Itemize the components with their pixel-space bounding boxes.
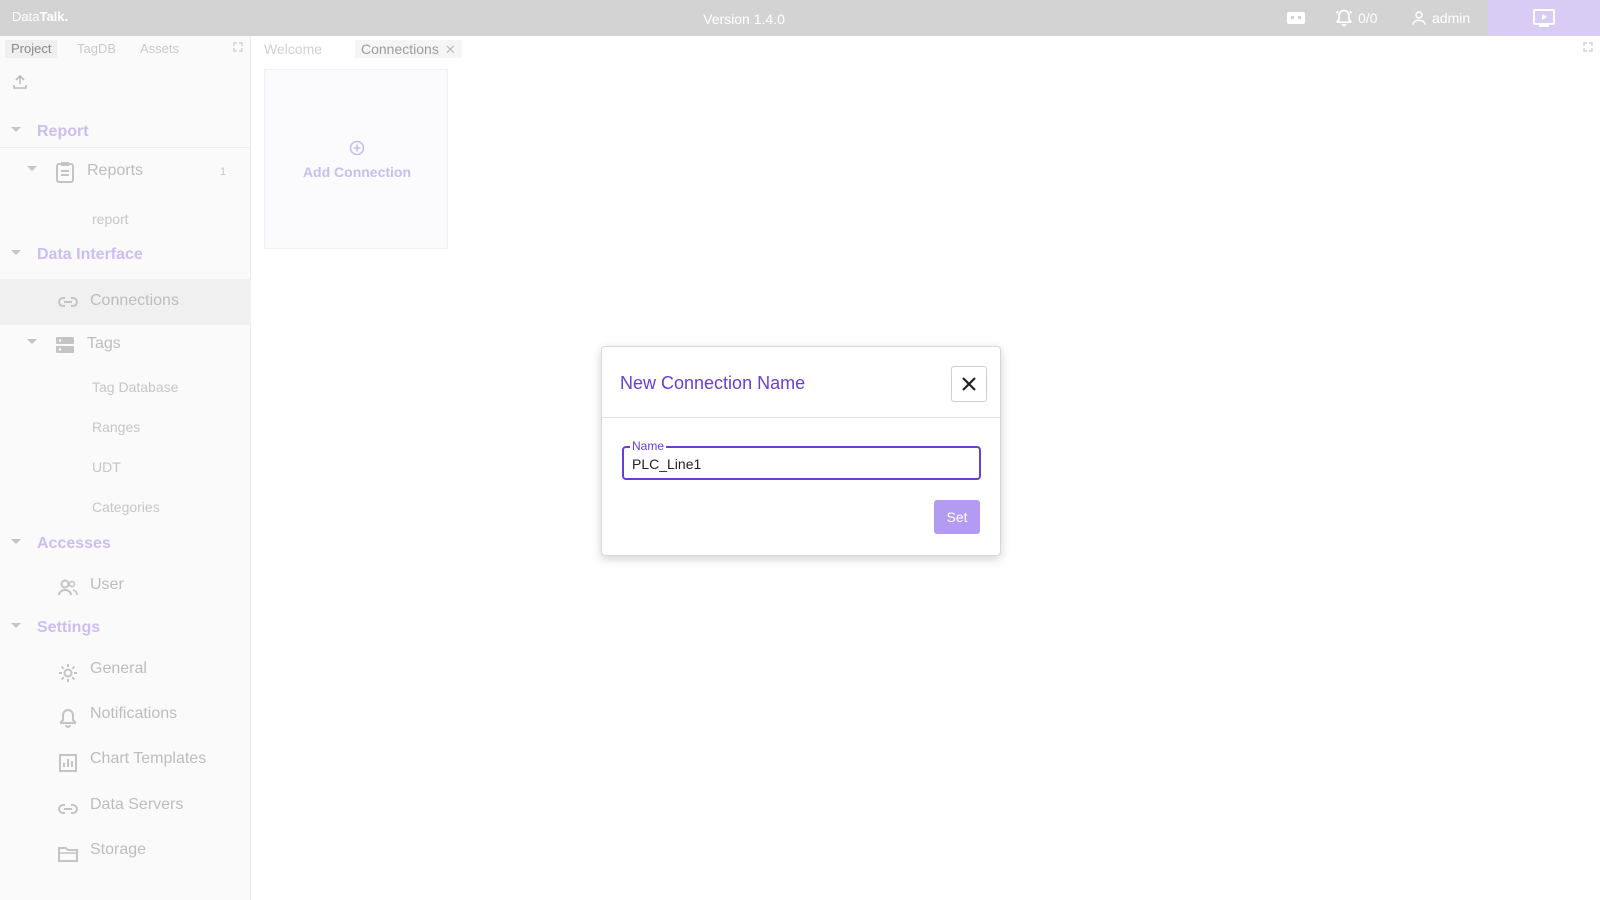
tree-item-user[interactable]: User: [0, 566, 251, 606]
item-label-connections: Connections: [90, 292, 179, 309]
link-icon: [58, 297, 78, 307]
user-menu[interactable]: admin: [1410, 9, 1470, 27]
new-connection-dialog: New Connection Name Name Set: [601, 346, 1001, 556]
group-label-accesses: Accesses: [37, 535, 111, 552]
user-name: admin: [1432, 10, 1471, 26]
add-connection-card[interactable]: Add Connection: [264, 69, 448, 249]
top-bar: DataTalk. Version 1.4.0 0/0 admin: [0, 0, 1600, 36]
dialog-title: New Connection Name: [620, 373, 806, 393]
tree-item-categories[interactable]: Categories: [0, 486, 251, 526]
close-tab-icon[interactable]: ✕: [445, 41, 456, 59]
sidebar-tab-project[interactable]: Project: [5, 40, 58, 58]
close-icon: [962, 377, 976, 391]
expand-icon[interactable]: [1583, 42, 1593, 52]
tree-item-general[interactable]: General: [0, 650, 251, 690]
tree-group-settings[interactable]: Settings: [0, 611, 251, 651]
item-label-general: General: [90, 660, 147, 677]
tree-item-chart-templates[interactable]: Chart Templates: [0, 740, 251, 780]
server-icon: [56, 337, 74, 353]
tree-group-accesses[interactable]: Accesses: [0, 527, 251, 567]
expand-icon[interactable]: [233, 42, 243, 52]
item-label-ranges: Ranges: [92, 419, 141, 435]
clipboard-icon: [56, 162, 74, 183]
tree-item-report[interactable]: report: [0, 198, 251, 238]
bell-icon: [1335, 9, 1353, 27]
item-label-tag-database: Tag Database: [92, 379, 179, 395]
gear-icon: [59, 664, 77, 682]
item-label-udt: UDT: [92, 459, 121, 475]
tree-group-data-interface[interactable]: Data Interface: [0, 238, 251, 278]
sidebar-tabs: Project TagDB Assets: [0, 36, 251, 60]
item-label-data-servers: Data Servers: [90, 796, 184, 813]
item-label-categories: Categories: [92, 499, 160, 515]
run-button[interactable]: [1488, 0, 1600, 36]
item-label-reports: Reports: [87, 162, 144, 179]
item-label-chart-templates: Chart Templates: [90, 750, 207, 767]
sidebar-tab-assets[interactable]: Assets: [134, 40, 185, 58]
tree-item-reports[interactable]: Reports 1: [0, 152, 251, 192]
name-field-label: Name: [630, 439, 667, 453]
reports-count-badge: 1: [220, 166, 227, 178]
caret-down-icon: [27, 166, 37, 171]
item-label-notifications: Notifications: [90, 705, 178, 722]
item-label-report: report: [92, 211, 129, 227]
tree-group-report[interactable]: Report: [0, 113, 251, 153]
set-button[interactable]: Set: [934, 500, 980, 534]
group-label-settings: Settings: [37, 619, 101, 636]
item-label-user: User: [90, 576, 124, 593]
group-label-report: Report: [37, 123, 89, 140]
name-field: Name: [622, 439, 981, 480]
bell-icon: [60, 708, 76, 728]
link-icon: [58, 804, 78, 814]
item-label-tags: Tags: [87, 335, 121, 352]
version-label: Version 1.4.0: [703, 11, 785, 27]
caret-down-icon: [11, 250, 21, 255]
users-icon: [58, 579, 78, 596]
item-label-storage: Storage: [90, 841, 147, 858]
tree-item-storage[interactable]: Storage: [0, 831, 251, 871]
sidebar-tab-tagdb[interactable]: TagDB: [71, 40, 122, 58]
group-label-data-interface: Data Interface: [37, 246, 143, 263]
play-screen-icon: [1533, 9, 1555, 27]
dialog-close-button[interactable]: [951, 366, 987, 402]
tree-item-tag-database[interactable]: Tag Database: [0, 366, 251, 406]
dialog-divider: [602, 417, 1000, 418]
alarm-count: 0/0: [1358, 10, 1378, 26]
tree-item-tags[interactable]: Tags: [0, 325, 251, 365]
caret-down-icon: [11, 623, 21, 628]
caret-down-icon: [11, 127, 21, 132]
tree-item-data-servers[interactable]: Data Servers: [0, 786, 251, 826]
tree-item-ranges[interactable]: Ranges: [0, 406, 251, 446]
caret-down-icon: [11, 539, 21, 544]
plus-circle-icon: [349, 140, 365, 156]
upload-icon[interactable]: [12, 74, 28, 90]
sidebar: Project TagDB Assets Report Reports 1 re…: [0, 36, 251, 900]
tab-connections[interactable]: Connections ✕: [355, 40, 462, 58]
folder-icon: [58, 847, 78, 862]
caret-down-icon: [27, 339, 37, 344]
chat-icon[interactable]: [1286, 9, 1306, 27]
tab-connections-label: Connections: [361, 41, 439, 57]
tab-welcome[interactable]: Welcome: [258, 40, 328, 58]
tree-item-notifications[interactable]: Notifications: [0, 695, 251, 735]
add-connection-label: Add Connection: [302, 164, 412, 180]
alarms-button[interactable]: 0/0: [1334, 9, 1377, 27]
tree-item-udt[interactable]: UDT: [0, 446, 251, 486]
chart-icon: [59, 754, 77, 772]
name-input[interactable]: [632, 454, 972, 474]
user-icon: [1412, 11, 1426, 25]
tree-item-connections[interactable]: Connections: [0, 279, 251, 325]
